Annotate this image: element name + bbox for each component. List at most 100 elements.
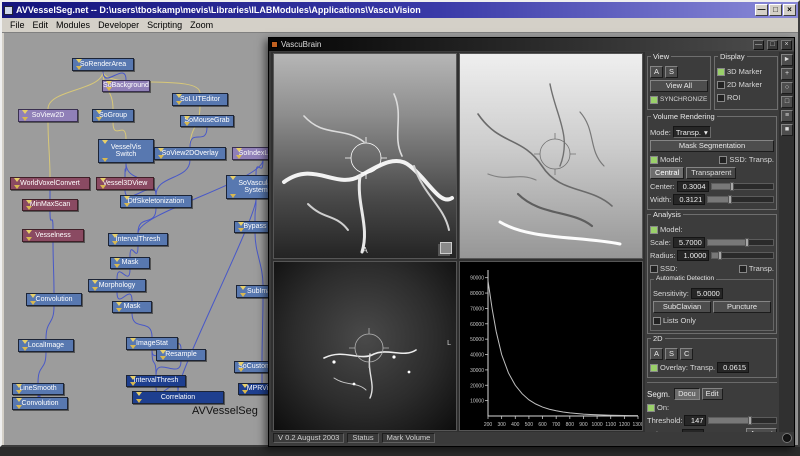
minimize-icon[interactable]: — [755, 4, 768, 16]
node-connector-icon[interactable] [242, 384, 248, 388]
module-node-vesselvis-switch[interactable]: VesselVis Switch [98, 139, 154, 163]
module-node-sobackground[interactable]: SoBackground [102, 80, 150, 92]
node-connector-icon[interactable] [136, 399, 142, 403]
node-connector-icon[interactable] [238, 228, 244, 232]
mask-segmentation-button[interactable]: Mask Segmentation [650, 140, 774, 152]
module-node-resample[interactable]: Resample [156, 349, 206, 361]
node-connector-icon[interactable] [116, 308, 122, 312]
node-connector-icon[interactable] [102, 158, 108, 162]
node-connector-icon[interactable] [30, 294, 36, 298]
node-connector-icon[interactable] [26, 230, 32, 234]
module-node-vesselness[interactable]: Vesselness [22, 229, 84, 242]
node-connector-icon[interactable] [130, 338, 136, 342]
minimize-icon[interactable]: — [753, 39, 764, 50]
subclavian-button[interactable]: SubClavian [653, 301, 711, 313]
viewport-mri-slice[interactable]: L [273, 261, 457, 431]
node-connector-icon[interactable] [16, 405, 22, 409]
node-connector-icon[interactable] [76, 66, 82, 70]
threshold-value-field[interactable]: 147 [684, 415, 707, 426]
module-node-sorenderarea[interactable]: SoRenderArea [72, 58, 134, 71]
node-connector-icon[interactable] [158, 155, 164, 159]
node-connector-icon[interactable] [114, 264, 120, 268]
2d-marker-checkbox[interactable] [717, 80, 725, 89]
edit-button[interactable]: Edit [701, 388, 723, 400]
module-node-vessel3dview[interactable]: Vessel3DView [96, 177, 154, 190]
width-value-field[interactable]: 0.3121 [673, 194, 706, 205]
node-connector-icon[interactable] [16, 398, 22, 402]
node-connector-icon[interactable] [96, 110, 102, 114]
node-connector-icon[interactable] [114, 258, 120, 262]
analysis-transp-checkbox[interactable] [738, 264, 747, 273]
node-connector-icon[interactable] [236, 148, 242, 152]
node-connector-icon[interactable] [16, 384, 22, 388]
module-node-morphology[interactable]: Morphology [88, 279, 146, 292]
2d-axial-button[interactable]: A [650, 348, 664, 360]
node-connector-icon[interactable] [240, 293, 246, 297]
node-connector-icon[interactable] [100, 185, 106, 189]
module-node-correlation[interactable]: Correlation [132, 391, 224, 404]
node-connector-icon[interactable] [22, 347, 28, 351]
node-connector-icon[interactable] [16, 390, 22, 394]
node-connector-icon[interactable] [238, 222, 244, 226]
width-slider[interactable] [707, 195, 774, 204]
3d-marker-checkbox[interactable] [717, 67, 725, 76]
node-connector-icon[interactable] [238, 368, 244, 372]
scale-value-field[interactable]: 5.7000 [672, 237, 705, 248]
back-titlebar[interactable]: AVVesselSeg.net -- D:\users\tboskamp\mev… [2, 2, 798, 18]
tab-transparent[interactable]: Transparent [686, 167, 737, 179]
node-connector-icon[interactable] [22, 340, 28, 344]
node-connector-icon[interactable] [14, 178, 20, 182]
vr-ssd-checkbox[interactable] [719, 155, 728, 164]
node-connector-icon[interactable] [176, 94, 182, 98]
module-node-minmaxscan[interactable]: MinMaxScan [22, 199, 78, 211]
radius-value-field[interactable]: 1.0000 [677, 250, 710, 261]
center-value-field[interactable]: 0.3004 [676, 181, 709, 192]
vr-model-checkbox[interactable] [650, 155, 658, 164]
module-node-soview2doverlay[interactable]: SoView2DOverlay [154, 147, 226, 160]
module-node-linesmooth[interactable]: LineSmooth [12, 383, 64, 395]
node-connector-icon[interactable] [26, 237, 32, 241]
node-connector-icon[interactable] [230, 176, 236, 180]
lists-only-checkbox[interactable] [653, 316, 661, 325]
maximize-icon[interactable]: □ [767, 39, 778, 50]
module-node-worldvoxelconvert[interactable]: WorldVoxelConvert [10, 177, 90, 190]
node-connector-icon[interactable] [238, 362, 244, 366]
node-connector-icon[interactable] [112, 234, 118, 238]
node-connector-icon[interactable] [100, 178, 106, 182]
module-node-convolution[interactable]: Convolution [26, 293, 82, 306]
module-node-somousegrab[interactable]: SoMouseGrab [180, 115, 234, 127]
node-connector-icon[interactable] [184, 122, 190, 126]
viewport-volume-render-left[interactable]: A [273, 53, 457, 259]
node-connector-icon[interactable] [106, 81, 112, 85]
orientation-cube-icon[interactable] [440, 242, 452, 254]
viewport-histogram[interactable]: 10000 20000 30000 40000 50000 60000 70000 80000… [459, 261, 643, 431]
module-node-soluteditor[interactable]: SoLUTEditor [172, 93, 228, 106]
analysis-model-checkbox[interactable] [650, 225, 658, 234]
node-connector-icon[interactable] [102, 140, 108, 144]
node-connector-icon[interactable] [92, 280, 98, 284]
module-node-dtfskeletonization[interactable]: DtfSkeletonization [120, 195, 192, 208]
power-indicator-icon[interactable] [782, 433, 792, 443]
module-node-mask[interactable]: Mask [112, 301, 152, 313]
module-node-sogroup[interactable]: SoGroup [92, 109, 134, 122]
node-connector-icon[interactable] [76, 59, 82, 63]
module-node-intervalthresh[interactable]: IntervalThresh [126, 375, 186, 387]
node-connector-icon[interactable] [30, 301, 36, 305]
menu-scripting[interactable]: Scripting [143, 20, 186, 30]
close-icon[interactable]: × [783, 4, 796, 16]
view-all-button[interactable]: View All [650, 80, 708, 92]
pan-tool-icon[interactable]: + [781, 68, 793, 80]
2d-coronal-button[interactable]: C [680, 348, 694, 360]
tab-central[interactable]: Central [650, 167, 685, 179]
node-connector-icon[interactable] [158, 148, 164, 152]
module-node-soview2d[interactable]: SoView2D [18, 109, 78, 122]
docu-button[interactable]: Docu [674, 388, 700, 400]
node-connector-icon[interactable] [92, 287, 98, 291]
synchronize-checkbox[interactable] [650, 95, 658, 104]
overlay-checkbox[interactable] [650, 363, 658, 372]
node-connector-icon[interactable] [236, 155, 242, 159]
view-sagittal-button[interactable]: S [665, 66, 679, 78]
maximize-icon[interactable]: □ [769, 4, 782, 16]
module-node-convolution[interactable]: Convolution [12, 397, 68, 410]
node-connector-icon[interactable] [176, 101, 182, 105]
